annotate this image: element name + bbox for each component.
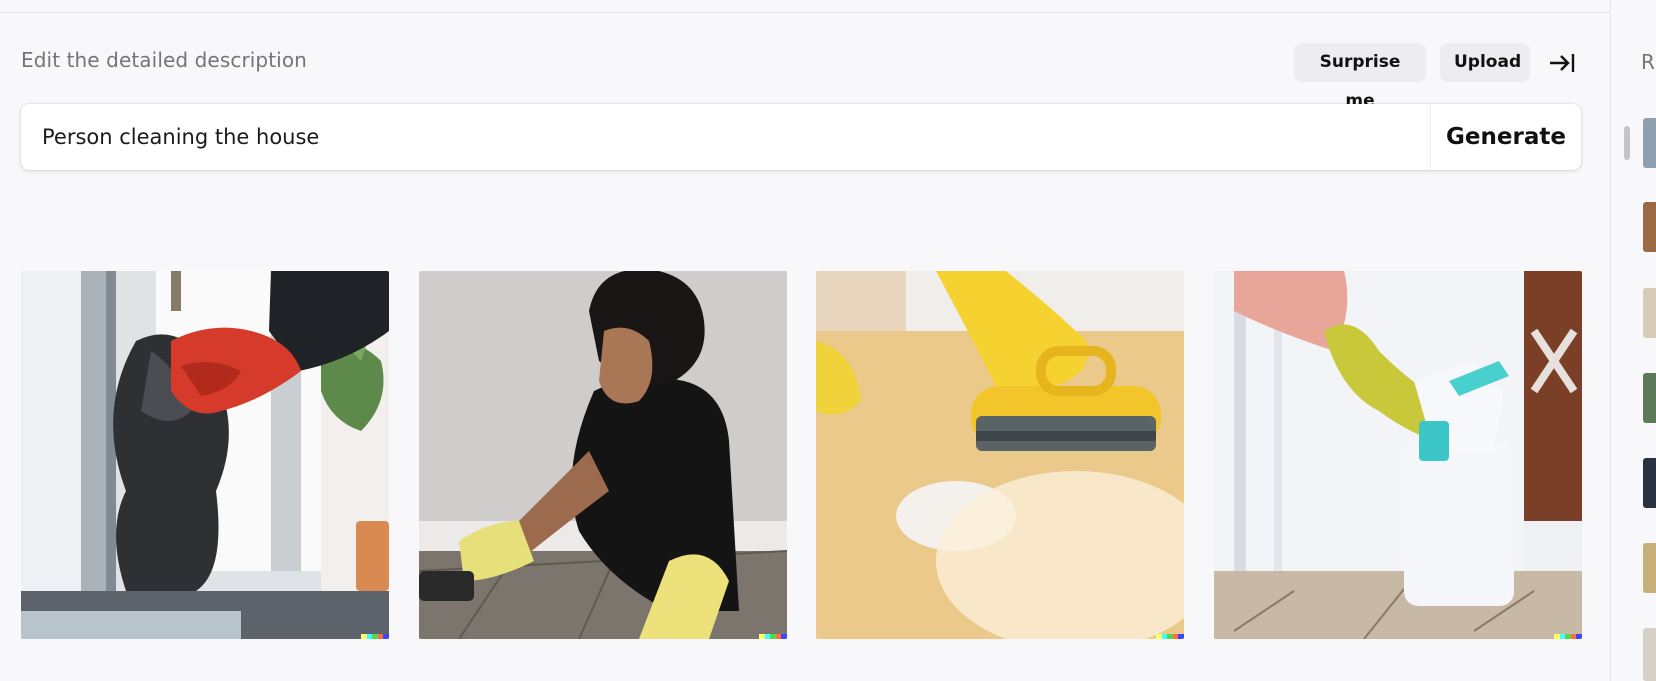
history-sidebar: R [1610, 0, 1656, 681]
watermark [361, 634, 389, 639]
collapse-right-icon[interactable] [1548, 50, 1576, 76]
prompt-input[interactable]: Person cleaning the house [42, 104, 319, 170]
surprise-me-button[interactable]: Surprise me [1294, 43, 1426, 111]
history-thumbnail[interactable] [1643, 118, 1656, 168]
history-thumbnail[interactable] [1643, 628, 1656, 681]
watermark [1554, 634, 1582, 639]
watermark [1156, 634, 1184, 639]
main-panel: Edit the detailed description Surprise m… [0, 0, 1610, 681]
upload-button[interactable]: Upload [1440, 43, 1530, 82]
generated-image-2[interactable] [419, 271, 787, 639]
history-thumbnail[interactable] [1643, 458, 1656, 508]
history-label: R [1641, 50, 1655, 74]
generated-image-4[interactable] [1214, 271, 1582, 639]
history-thumbnail[interactable] [1643, 373, 1656, 423]
history-thumbnail[interactable] [1643, 543, 1656, 593]
generated-image-3[interactable] [816, 271, 1184, 639]
scrollbar[interactable] [1624, 126, 1630, 160]
history-thumbnail[interactable] [1643, 288, 1656, 338]
watermark [759, 634, 787, 639]
generate-button[interactable]: Generate [1431, 104, 1581, 170]
generated-image-1[interactable] [21, 271, 389, 639]
history-thumbnail[interactable] [1643, 202, 1656, 252]
page-title: Edit the detailed description [21, 48, 307, 72]
prompt-box: Person cleaning the house Generate [21, 104, 1581, 170]
